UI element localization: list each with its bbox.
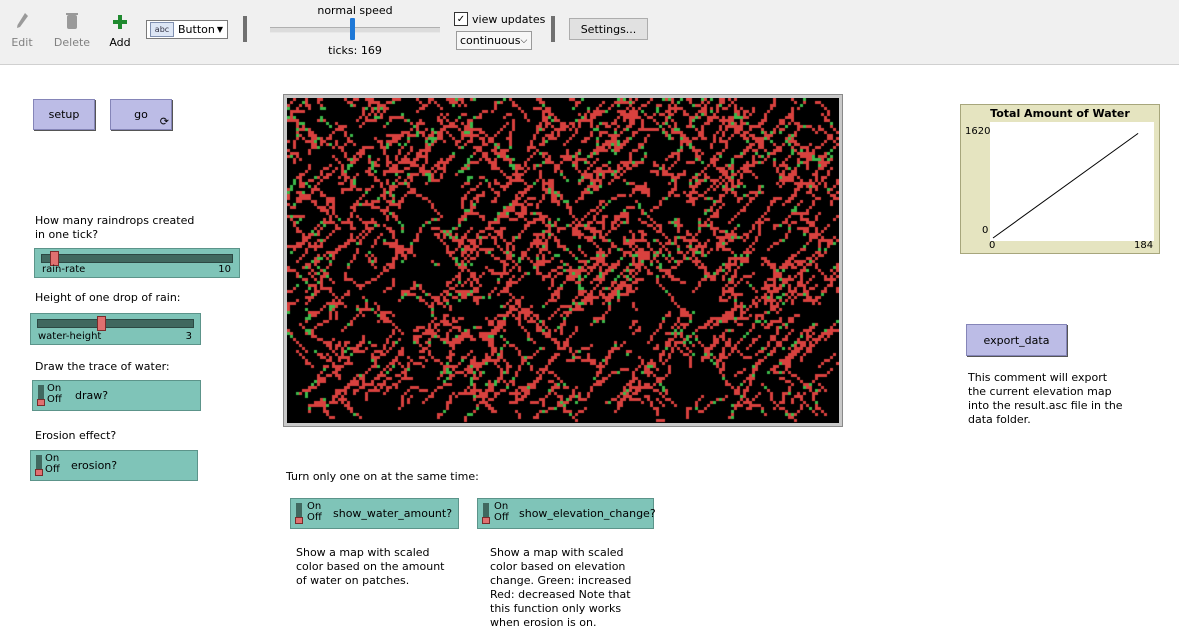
series-line [992, 132, 1139, 239]
draw-switch[interactable]: On Off draw? [32, 380, 201, 411]
switch-toggle[interactable] [37, 385, 45, 406]
edit-label: Edit [11, 36, 33, 49]
x-tick-label: 184 [1134, 240, 1154, 251]
switch-off-label: Off [47, 394, 62, 405]
slider-name: rain-rate [42, 264, 86, 275]
dropdown-arrow-icon: ▼ [216, 25, 223, 34]
slider-track [41, 254, 233, 263]
slider-name: water-height [38, 331, 102, 342]
water-plot[interactable]: Total Amount of Water 1620 0 0 184 [960, 104, 1160, 254]
trash-icon [66, 13, 78, 29]
add-tool[interactable]: Add [98, 10, 142, 49]
toggle-hint: Turn only one on at the same time: [286, 470, 479, 483]
export-note: This comment will export the current ele… [968, 371, 1123, 426]
delete-label: Delete [53, 36, 91, 49]
switch-name: erosion? [71, 459, 118, 472]
show-water-switch[interactable]: On Off show_water_amount? [290, 498, 459, 529]
water-height-slider[interactable]: water-height 3 [30, 313, 201, 345]
switch-name: show_elevation_change? [519, 507, 656, 520]
export-label: export_data [983, 333, 1050, 347]
setup-button[interactable]: setup [33, 99, 95, 130]
plus-icon [113, 15, 127, 29]
forever-icon: ⟳ [159, 115, 169, 128]
show-elevation-switch[interactable]: On Off show_elevation_change? [477, 498, 656, 529]
chevron-down-icon: ⌵ [520, 35, 528, 46]
slider-thumb[interactable] [96, 316, 106, 331]
toolbar-separator [243, 16, 247, 42]
delete-tool[interactable]: Delete [50, 10, 94, 49]
speed-slider-track[interactable] [270, 27, 440, 33]
switch-on-label: On [307, 501, 322, 512]
toolbar-separator [551, 16, 555, 42]
switch-toggle[interactable] [482, 503, 490, 524]
switch-on-label: On [45, 453, 60, 464]
plot-title: Total Amount of Water [990, 107, 1130, 120]
elevation-change-note: Show a map with scaled color based on el… [490, 546, 632, 629]
plot-svg [992, 132, 1139, 239]
water-height-prompt: Height of one drop of rain: [35, 291, 181, 304]
toolbar: Edit Delete Add abc Button ▼ normal spee… [0, 0, 1179, 65]
switch-off-label: Off [494, 512, 509, 523]
y-tick-label: 1620 [965, 126, 991, 137]
speed-slider-thumb[interactable] [350, 18, 355, 40]
draw-prompt: Draw the trace of water: [35, 360, 170, 373]
water-map-note: Show a map with scaled color based on th… [296, 546, 445, 587]
edit-tool[interactable]: Edit [0, 10, 44, 49]
switch-name: draw? [75, 389, 109, 402]
view-updates-label: view updates [472, 12, 546, 26]
x-tick-label: 0 [989, 240, 996, 251]
widget-type-select[interactable]: abc Button ▼ [146, 20, 228, 39]
rain-rate-slider[interactable]: rain-rate 10 [34, 248, 240, 278]
settings-button[interactable]: Settings... [569, 18, 648, 40]
rain-rate-prompt: How many raindrops created in one tick? [35, 214, 195, 241]
switch-on-label: On [494, 501, 509, 512]
go-button[interactable]: go ⟳ [110, 99, 172, 130]
erosion-switch[interactable]: On Off erosion? [30, 450, 198, 481]
slider-value: 10 [218, 264, 231, 275]
slider-value: 3 [185, 331, 192, 342]
checkmark-icon: ✓ [454, 12, 468, 26]
update-mode-select[interactable]: continuous ⌵ [456, 31, 532, 50]
switch-off-label: Off [307, 512, 322, 523]
switch-toggle[interactable] [35, 455, 43, 476]
view-updates-checkbox[interactable]: ✓ view updates [454, 12, 545, 26]
export-data-button[interactable]: export_data [966, 324, 1067, 356]
go-label: go [134, 108, 148, 121]
speed-label: normal speed [317, 4, 393, 17]
switch-toggle[interactable] [295, 503, 303, 524]
world-canvas[interactable] [287, 98, 839, 423]
plot-area [990, 122, 1154, 241]
slider-track [37, 319, 194, 328]
widget-type-value: Button [178, 23, 215, 36]
update-mode-value: continuous [460, 34, 521, 47]
erosion-prompt: Erosion effect? [35, 429, 117, 442]
button-widget-icon: abc [150, 22, 174, 37]
switch-off-label: Off [45, 464, 60, 475]
y-tick-label: 0 [982, 225, 989, 236]
setup-label: setup [48, 108, 80, 121]
ticks-counter: ticks: 169 [328, 44, 382, 57]
world-view[interactable] [283, 94, 843, 427]
switch-on-label: On [47, 383, 62, 394]
switch-name: show_water_amount? [333, 507, 453, 520]
add-label: Add [109, 36, 131, 49]
pencil-icon [17, 13, 28, 28]
